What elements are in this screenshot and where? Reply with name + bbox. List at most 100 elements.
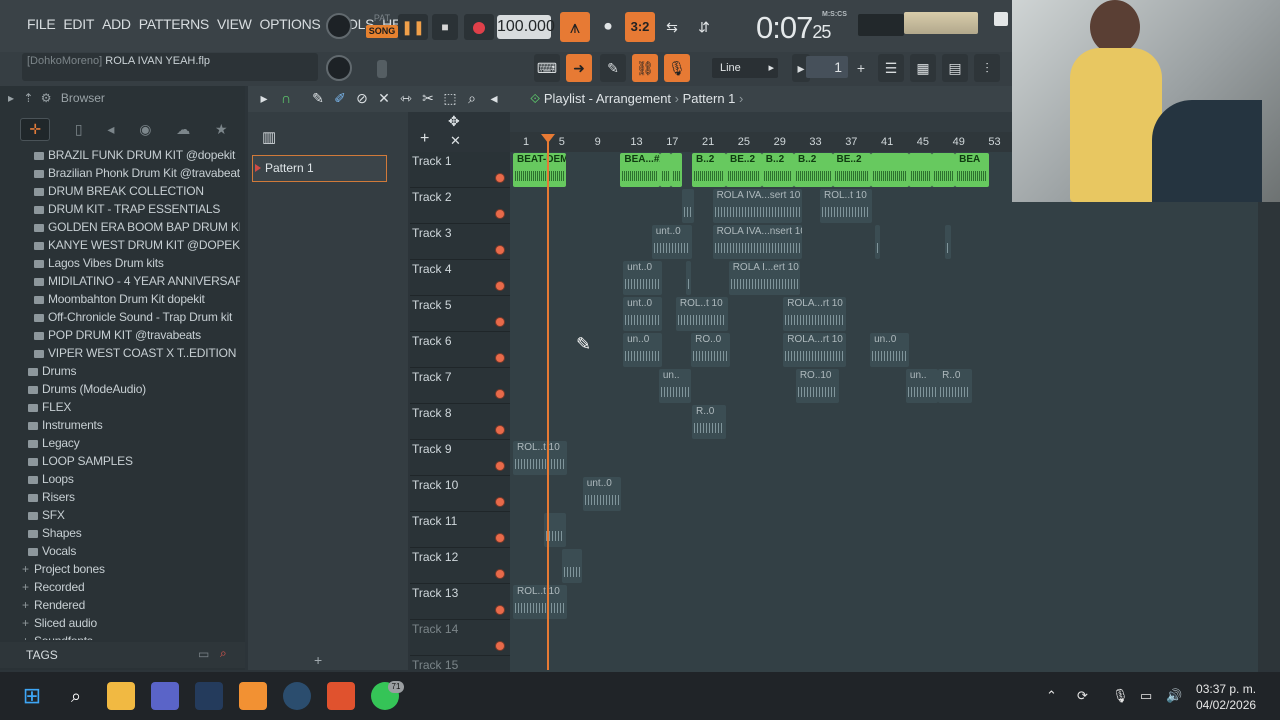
track-name[interactable]: Track 13 — [412, 586, 458, 600]
audio-clip[interactable] — [671, 153, 683, 187]
favorites-icon[interactable]: ★ — [215, 121, 228, 138]
track-lane[interactable]: ROL..t 10 — [510, 440, 1258, 476]
mute-tool-icon[interactable]: ✕ — [376, 90, 392, 107]
track-mute-button[interactable] — [496, 210, 504, 218]
record-button[interactable] — [464, 14, 494, 40]
brush-button[interactable]: ✎ — [600, 54, 626, 82]
browser-item[interactable]: Legacy — [8, 434, 240, 452]
browser-item[interactable]: BRAZIL FUNK DRUM KIT @dopekit — [8, 146, 240, 164]
audio-clip[interactable]: B..2 — [692, 153, 726, 187]
audio-clip[interactable]: ROLA...rt 10 — [783, 297, 846, 331]
pitch-slider[interactable] — [377, 60, 387, 78]
audio-clip[interactable]: R..0 — [692, 405, 726, 439]
audio-clip[interactable]: R..0 — [938, 369, 973, 403]
audio-clip[interactable]: B..2 — [794, 153, 833, 187]
tray-chevron-icon[interactable]: ⌃ — [1046, 688, 1057, 704]
audio-clip[interactable]: BEAT-DEMO-IVAN #2 — [513, 153, 566, 187]
browser-item[interactable]: Loops — [8, 470, 240, 488]
track-mute-button[interactable] — [496, 246, 504, 254]
piano-roll-button[interactable]: ▤ — [942, 54, 968, 82]
playhead-marker-icon[interactable] — [541, 134, 555, 143]
link-button[interactable]: ⛓ — [632, 54, 658, 82]
track-row[interactable]: Track 10 unt..0 — [410, 476, 1258, 512]
track-mute-button[interactable] — [496, 282, 504, 290]
audio-clip[interactable]: RO..0 — [691, 333, 731, 367]
track-name[interactable]: Track 1 — [412, 154, 452, 168]
pause-button[interactable]: ❚❚ — [398, 14, 428, 40]
track-lane[interactable]: un..0 RO..0 ROLA...rt 10 un..0 — [510, 332, 1258, 368]
up-arrow-icon[interactable]: ⇡ — [23, 91, 33, 105]
track-mute-button[interactable] — [496, 570, 504, 578]
track-row[interactable]: Track 7 un.. RO..10 un.. R..0 — [410, 368, 1258, 404]
microphone-button[interactable]: 🎙 — [664, 54, 690, 82]
track-mute-button[interactable] — [496, 426, 504, 434]
file-explorer-icon[interactable] — [107, 682, 135, 710]
pattern-add-button[interactable]: + — [852, 54, 870, 82]
browser-item[interactable]: Vocals — [8, 542, 240, 560]
track-name[interactable]: Track 11 — [412, 514, 457, 528]
track-mute-button[interactable] — [496, 174, 504, 182]
audio-clip[interactable] — [685, 261, 692, 295]
browser-item[interactable]: KANYE WEST DRUM KIT @DOPEKIT — [8, 236, 240, 254]
master-pitch-knob[interactable] — [326, 55, 352, 81]
channel-rack-button[interactable]: ▦ — [910, 54, 936, 82]
volume-icon[interactable]: 🔊 — [1166, 688, 1182, 704]
audio-clip[interactable]: ROL..t 10 — [513, 585, 567, 619]
browser-item[interactable]: SFX — [8, 506, 240, 524]
audio-clip[interactable]: un..0 — [623, 333, 662, 367]
track-mute-button[interactable] — [496, 534, 504, 542]
search-icon[interactable]: ⌕ — [220, 645, 227, 661]
audio-clip[interactable] — [874, 225, 880, 259]
menu-add[interactable]: ADD — [102, 16, 131, 32]
slice-tool-icon[interactable]: ✂ — [420, 90, 436, 107]
track-name[interactable]: Track 5 — [412, 298, 452, 312]
track-row[interactable]: Track 3 unt..0 ROLA IVA...nsert 10 — [410, 224, 1258, 260]
track-row[interactable]: Track 8 R..0 — [410, 404, 1258, 440]
browser-item[interactable]: LOOP SAMPLES — [8, 452, 240, 470]
audio-clip[interactable]: un.. — [658, 369, 692, 403]
add-track-icon[interactable]: + — [420, 130, 429, 148]
audio-clip[interactable]: BE..2 — [832, 153, 871, 187]
davinci-icon[interactable] — [195, 682, 223, 710]
track-name[interactable]: Track 3 — [412, 226, 452, 240]
menu-edit[interactable]: EDIT — [63, 16, 94, 32]
metronome-button[interactable]: ⩚ — [560, 12, 590, 42]
plugins-icon[interactable]: ◂ — [107, 121, 114, 138]
obs-icon[interactable] — [283, 682, 311, 710]
loop-record-button[interactable]: ⇆ — [658, 12, 686, 42]
track-lane[interactable]: unt..0 — [510, 476, 1258, 512]
master-volume-knob[interactable] — [326, 13, 352, 39]
track-name[interactable]: Track 9 — [412, 442, 452, 456]
browser-item[interactable]: + Project bones — [8, 560, 240, 578]
playback-tool-icon[interactable]: ◂ — [486, 90, 502, 107]
audio-clip[interactable] — [659, 153, 672, 187]
browser-item[interactable]: Drums (ModeAudio) — [8, 380, 240, 398]
network-icon[interactable]: ▭ — [1140, 688, 1152, 704]
browser-options-icon[interactable]: ⚙ — [41, 91, 52, 105]
typing-keyboard-button[interactable]: ⌨ — [534, 54, 560, 82]
track-row[interactable]: Track 4 unt..0 ROLA I...ert 10 — [410, 260, 1258, 296]
song-time[interactable]: 0:0725 — [756, 10, 831, 46]
audio-clip[interactable] — [682, 189, 694, 223]
track-lane[interactable]: unt..0 ROLA IVA...nsert 10 — [510, 224, 1258, 260]
fl-studio-icon[interactable] — [239, 682, 267, 710]
playlist-pattern[interactable]: Pattern 1 — [683, 91, 736, 106]
playlist-arrow-button[interactable]: ➜ — [566, 54, 592, 82]
windows-start-icon[interactable]: ⊞ — [18, 682, 46, 710]
track-mute-button[interactable] — [496, 606, 504, 614]
track-lane[interactable]: unt..0 ROL..t 10 ROLA...rt 10 — [510, 296, 1258, 332]
menu-file[interactable]: FILE — [27, 16, 56, 32]
mixer-button[interactable]: ⫶ — [974, 54, 1000, 82]
track-mute-button[interactable] — [496, 318, 504, 326]
audio-clip[interactable]: unt..0 — [623, 261, 662, 295]
audio-clip[interactable]: unt..0 — [651, 225, 692, 259]
audio-clip[interactable]: BE..2 — [726, 153, 762, 187]
audio-clip[interactable]: ROLA...rt 10 — [783, 333, 846, 367]
browser-item[interactable]: Moombahton Drum Kit dopekit — [8, 290, 240, 308]
browser-item[interactable]: GOLDEN ERA BOOM BAP DRUM KIT — [8, 218, 240, 236]
menu-view[interactable]: VIEW — [217, 16, 252, 32]
track-mute-button[interactable] — [496, 390, 504, 398]
search-icon[interactable]: ⌕ — [62, 682, 90, 710]
track-row[interactable]: Track 13 ROL..t 10 — [410, 584, 1258, 620]
track-name[interactable]: Track 4 — [412, 262, 452, 276]
